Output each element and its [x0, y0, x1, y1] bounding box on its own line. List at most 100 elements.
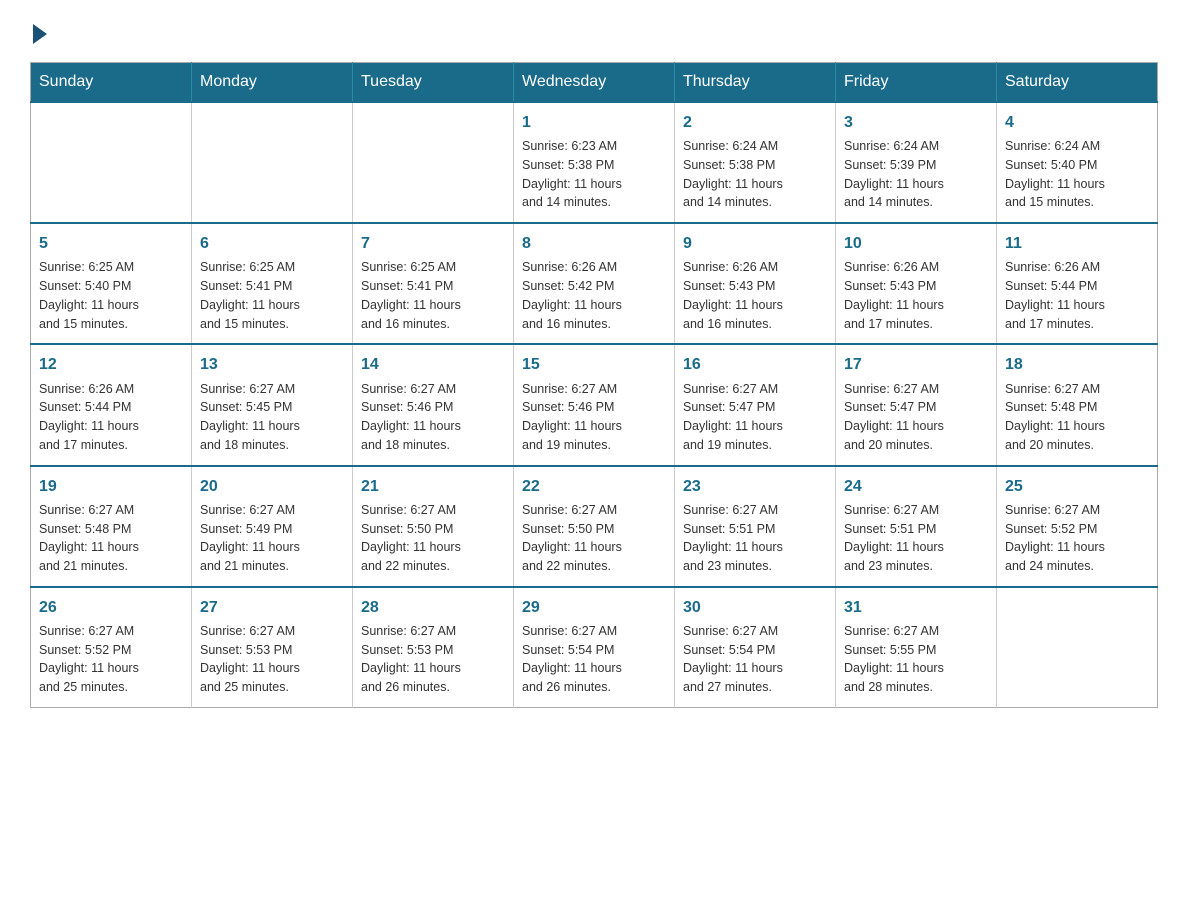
day-number: 26: [39, 596, 183, 619]
day-number: 2: [683, 111, 827, 134]
day-info: Sunrise: 6:27 AMSunset: 5:53 PMDaylight:…: [361, 622, 505, 697]
day-number: 25: [1005, 475, 1149, 498]
day-info: Sunrise: 6:26 AMSunset: 5:42 PMDaylight:…: [522, 258, 666, 333]
day-info: Sunrise: 6:27 AMSunset: 5:55 PMDaylight:…: [844, 622, 988, 697]
day-info: Sunrise: 6:25 AMSunset: 5:40 PMDaylight:…: [39, 258, 183, 333]
table-row: [31, 102, 192, 223]
logo: [30, 20, 47, 44]
calendar-week-row: 12 Sunrise: 6:26 AMSunset: 5:44 PMDayligh…: [31, 344, 1158, 465]
day-number: 16: [683, 353, 827, 376]
table-row: 6 Sunrise: 6:25 AMSunset: 5:41 PMDaylight…: [192, 223, 353, 344]
table-row: 26 Sunrise: 6:27 AMSunset: 5:52 PMDayligh…: [31, 587, 192, 708]
day-info: Sunrise: 6:27 AMSunset: 5:54 PMDaylight:…: [522, 622, 666, 697]
calendar-week-row: 1 Sunrise: 6:23 AMSunset: 5:38 PMDaylight…: [31, 102, 1158, 223]
day-number: 17: [844, 353, 988, 376]
table-row: [997, 587, 1158, 708]
day-number: 24: [844, 475, 988, 498]
logo-arrow-icon: [33, 24, 47, 44]
day-number: 29: [522, 596, 666, 619]
calendar-header-sunday: Sunday: [31, 63, 192, 103]
table-row: 27Sunrise: 6:27 AMSunset: 5:53 PMDayligh…: [192, 587, 353, 708]
table-row: 15Sunrise: 6:27 AMSunset: 5:46 PMDayligh…: [514, 344, 675, 465]
day-info: Sunrise: 6:23 AMSunset: 5:38 PMDaylight:…: [522, 137, 666, 212]
table-row: 14Sunrise: 6:27 AMSunset: 5:46 PMDayligh…: [353, 344, 514, 465]
day-number: 12: [39, 353, 183, 376]
table-row: 12 Sunrise: 6:26 AMSunset: 5:44 PMDayligh…: [31, 344, 192, 465]
day-number: 27: [200, 596, 344, 619]
table-row: 8 Sunrise: 6:26 AMSunset: 5:42 PMDaylight…: [514, 223, 675, 344]
day-number: 8: [522, 232, 666, 255]
calendar-week-row: 19 Sunrise: 6:27 AMSunset: 5:48 PMDayligh…: [31, 466, 1158, 587]
day-info: Sunrise: 6:27 AMSunset: 5:54 PMDaylight:…: [683, 622, 827, 697]
table-row: 20Sunrise: 6:27 AMSunset: 5:49 PMDayligh…: [192, 466, 353, 587]
day-number: 6: [200, 232, 344, 255]
day-number: 19: [39, 475, 183, 498]
day-info: Sunrise: 6:27 AMSunset: 5:52 PMDaylight:…: [1005, 501, 1149, 576]
day-number: 5: [39, 232, 183, 255]
day-info: Sunrise: 6:24 AMSunset: 5:40 PMDaylight:…: [1005, 137, 1149, 212]
day-number: 13: [200, 353, 344, 376]
day-number: 3: [844, 111, 988, 134]
day-number: 28: [361, 596, 505, 619]
day-info: Sunrise: 6:27 AMSunset: 5:48 PMDaylight:…: [1005, 380, 1149, 455]
table-row: 4 Sunrise: 6:24 AMSunset: 5:40 PMDaylight…: [997, 102, 1158, 223]
page-header: [30, 20, 1158, 44]
day-number: 9: [683, 232, 827, 255]
calendar-header-saturday: Saturday: [997, 63, 1158, 103]
day-number: 1: [522, 111, 666, 134]
day-number: 31: [844, 596, 988, 619]
table-row: 17 Sunrise: 6:27 AMSunset: 5:47 PMDayligh…: [836, 344, 997, 465]
day-number: 20: [200, 475, 344, 498]
table-row: 10Sunrise: 6:26 AMSunset: 5:43 PMDayligh…: [836, 223, 997, 344]
day-info: Sunrise: 6:27 AMSunset: 5:47 PMDaylight:…: [683, 380, 827, 455]
day-info: Sunrise: 6:26 AMSunset: 5:44 PMDaylight:…: [1005, 258, 1149, 333]
table-row: 13 Sunrise: 6:27 AMSunset: 5:45 PMDayligh…: [192, 344, 353, 465]
table-row: 3Sunrise: 6:24 AMSunset: 5:39 PMDaylight…: [836, 102, 997, 223]
table-row: 7 Sunrise: 6:25 AMSunset: 5:41 PMDaylight…: [353, 223, 514, 344]
table-row: [353, 102, 514, 223]
day-info: Sunrise: 6:27 AMSunset: 5:47 PMDaylight:…: [844, 380, 988, 455]
calendar-header-wednesday: Wednesday: [514, 63, 675, 103]
day-info: Sunrise: 6:27 AMSunset: 5:46 PMDaylight:…: [522, 380, 666, 455]
table-row: 5 Sunrise: 6:25 AMSunset: 5:40 PMDaylight…: [31, 223, 192, 344]
calendar-week-row: 5 Sunrise: 6:25 AMSunset: 5:40 PMDaylight…: [31, 223, 1158, 344]
day-number: 30: [683, 596, 827, 619]
calendar-table: SundayMondayTuesdayWednesdayThursdayFrid…: [30, 62, 1158, 708]
day-number: 10: [844, 232, 988, 255]
day-info: Sunrise: 6:26 AMSunset: 5:44 PMDaylight:…: [39, 380, 183, 455]
table-row: 29 Sunrise: 6:27 AMSunset: 5:54 PMDayligh…: [514, 587, 675, 708]
day-info: Sunrise: 6:26 AMSunset: 5:43 PMDaylight:…: [683, 258, 827, 333]
day-number: 21: [361, 475, 505, 498]
day-info: Sunrise: 6:27 AMSunset: 5:50 PMDaylight:…: [522, 501, 666, 576]
calendar-header-thursday: Thursday: [675, 63, 836, 103]
day-info: Sunrise: 6:27 AMSunset: 5:45 PMDaylight:…: [200, 380, 344, 455]
day-info: Sunrise: 6:27 AMSunset: 5:51 PMDaylight:…: [844, 501, 988, 576]
day-info: Sunrise: 6:27 AMSunset: 5:51 PMDaylight:…: [683, 501, 827, 576]
day-info: Sunrise: 6:27 AMSunset: 5:46 PMDaylight:…: [361, 380, 505, 455]
table-row: 30 Sunrise: 6:27 AMSunset: 5:54 PMDayligh…: [675, 587, 836, 708]
day-info: Sunrise: 6:27 AMSunset: 5:52 PMDaylight:…: [39, 622, 183, 697]
table-row: 28 Sunrise: 6:27 AMSunset: 5:53 PMDayligh…: [353, 587, 514, 708]
day-number: 23: [683, 475, 827, 498]
table-row: 18Sunrise: 6:27 AMSunset: 5:48 PMDayligh…: [997, 344, 1158, 465]
day-number: 4: [1005, 111, 1149, 134]
table-row: 1 Sunrise: 6:23 AMSunset: 5:38 PMDaylight…: [514, 102, 675, 223]
calendar-header-tuesday: Tuesday: [353, 63, 514, 103]
calendar-header-row: SundayMondayTuesdayWednesdayThursdayFrid…: [31, 63, 1158, 103]
day-info: Sunrise: 6:27 AMSunset: 5:48 PMDaylight:…: [39, 501, 183, 576]
calendar-week-row: 26 Sunrise: 6:27 AMSunset: 5:52 PMDayligh…: [31, 587, 1158, 708]
day-info: Sunrise: 6:25 AMSunset: 5:41 PMDaylight:…: [361, 258, 505, 333]
day-info: Sunrise: 6:25 AMSunset: 5:41 PMDaylight:…: [200, 258, 344, 333]
table-row: 23 Sunrise: 6:27 AMSunset: 5:51 PMDayligh…: [675, 466, 836, 587]
table-row: 16 Sunrise: 6:27 AMSunset: 5:47 PMDayligh…: [675, 344, 836, 465]
table-row: 31 Sunrise: 6:27 AMSunset: 5:55 PMDayligh…: [836, 587, 997, 708]
day-number: 7: [361, 232, 505, 255]
table-row: [192, 102, 353, 223]
day-number: 11: [1005, 232, 1149, 255]
day-info: Sunrise: 6:24 AMSunset: 5:38 PMDaylight:…: [683, 137, 827, 212]
table-row: 11 Sunrise: 6:26 AMSunset: 5:44 PMDayligh…: [997, 223, 1158, 344]
day-number: 22: [522, 475, 666, 498]
table-row: 2 Sunrise: 6:24 AMSunset: 5:38 PMDaylight…: [675, 102, 836, 223]
day-info: Sunrise: 6:27 AMSunset: 5:50 PMDaylight:…: [361, 501, 505, 576]
table-row: 24 Sunrise: 6:27 AMSunset: 5:51 PMDayligh…: [836, 466, 997, 587]
